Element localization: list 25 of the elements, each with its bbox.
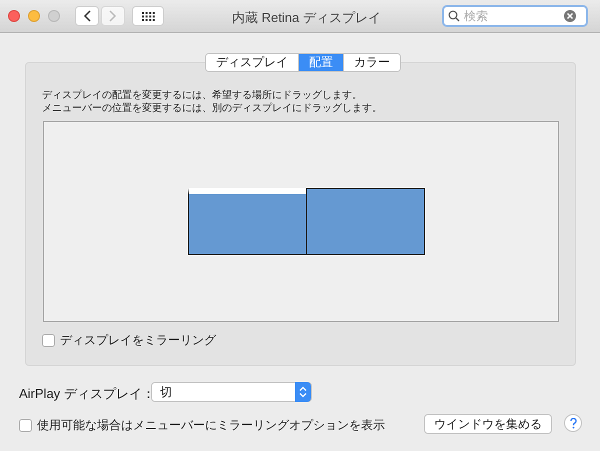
checkbox-label: ディスプレイをミラーリング [60,332,216,349]
clear-icon[interactable] [564,10,576,22]
checkbox-label: 使用可能な場合はメニューバーにミラーリングオプションを表示 [37,417,385,434]
help-button[interactable] [564,414,582,432]
close-button[interactable] [8,10,20,22]
search-input[interactable]: 検索 [464,7,564,25]
grid-icon [142,12,154,20]
checkbox[interactable] [19,418,32,432]
show-all-button[interactable] [132,6,164,26]
back-button[interactable] [75,6,99,26]
instruction-text: メニューバーの位置を変更するには、別のディスプレイにドラッグします。 [42,102,382,115]
chevron-left-icon [83,10,91,22]
checkbox[interactable] [42,334,55,346]
gather-windows-button[interactable]: ウインドウを集める [424,414,552,434]
airplay-popup[interactable]: 切 [151,382,312,402]
search-icon [448,10,460,22]
search-field[interactable]: 検索 [442,5,588,27]
chevron-right-icon [109,10,117,22]
instruction-text: ディスプレイの配置を変更するには、希望する場所にドラッグします。 [42,89,363,102]
question-mark-icon [570,418,576,428]
tab[interactable]: カラー [343,54,400,71]
popup-value: 切 [160,384,173,401]
stepper-icon [295,382,311,402]
window-title: 内蔵 Retina ディスプレイ [232,9,381,27]
display-thumbnail[interactable] [306,188,425,255]
